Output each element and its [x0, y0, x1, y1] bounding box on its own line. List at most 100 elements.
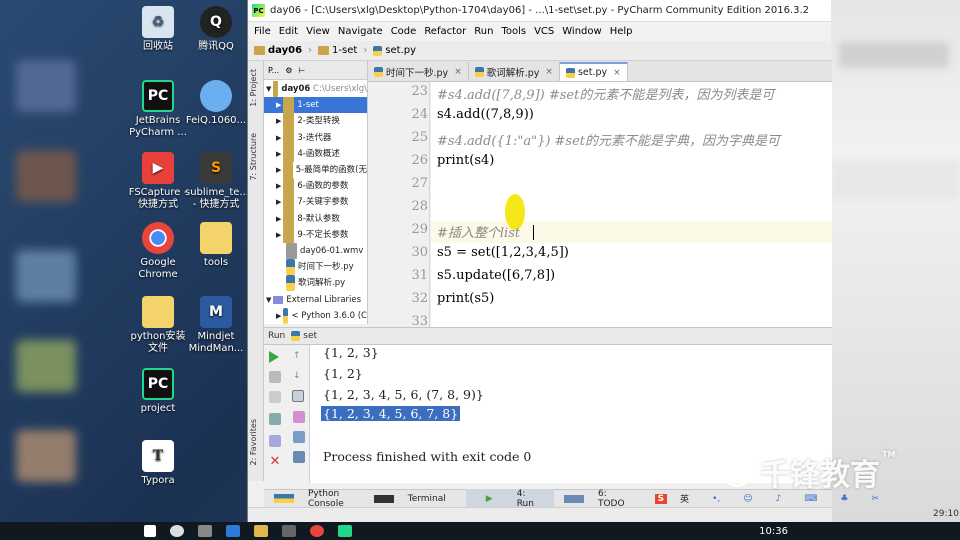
tree-item[interactable]: 歌词解析.py [264, 275, 367, 292]
close-icon[interactable]: ✕ [269, 455, 281, 468]
tree-item[interactable]: ▶ 9-不定长参数 [264, 226, 367, 243]
tree-label: 2-类型转换 [297, 116, 340, 127]
tool-tab-project[interactable]: 1: Project [249, 69, 258, 107]
menu-edit[interactable]: Edit [275, 26, 302, 37]
line-number: 25 [411, 130, 428, 145]
tab-python-console[interactable]: Python Console [264, 489, 364, 509]
tab-lyrics-parse[interactable]: 歌词解析.py × [469, 62, 560, 81]
tree-item[interactable]: 时间下一秒.py [264, 259, 367, 276]
menu-run[interactable]: Run [470, 26, 497, 37]
library-icon [273, 295, 284, 304]
pause-icon[interactable] [269, 391, 281, 403]
gear-icon[interactable]: ⚙ [285, 66, 292, 75]
close-icon[interactable]: × [613, 68, 621, 78]
tab-run[interactable]: ▶ 4: Run [465, 488, 554, 509]
menu-vcs[interactable]: VCS [530, 26, 558, 37]
desktop-icon-mindjet[interactable]: M Mindjet MindMan... [185, 296, 247, 355]
console-exit-message: Process finished with exit code 0 [323, 449, 532, 464]
run-icon: ▶ [485, 493, 493, 504]
feiq-icon [200, 80, 232, 112]
pin-icon[interactable] [269, 435, 281, 447]
edge-icon[interactable] [226, 525, 240, 537]
chevron-right-icon: ▶ [276, 133, 282, 142]
trash-icon[interactable] [293, 451, 305, 463]
menu-file[interactable]: File [250, 26, 275, 37]
tool-tab-favorites[interactable]: 2: Favorites [249, 419, 258, 465]
breadcrumb-set-py[interactable]: set.py [373, 45, 416, 56]
layout-icon[interactable] [269, 413, 281, 425]
desktop-icon-label: python安装文件 [130, 331, 186, 354]
run-config[interactable]: set [291, 331, 317, 341]
stop-icon[interactable] [269, 371, 281, 383]
desktop-icon-fscapture[interactable]: ▶ FSCapture - 快捷方式 [127, 152, 189, 211]
menu-window[interactable]: Window [558, 26, 605, 37]
tree-item[interactable]: ▶ 6-函数的参数 [264, 178, 367, 195]
desktop-icon-recycle-bin[interactable]: ♻ 回收站 [127, 6, 189, 53]
code-editor[interactable]: #s4.add([7,8,9]) #set的元素不能是列表，因为列表是可 s4.… [431, 82, 832, 327]
desktop-icon-sublime[interactable]: S sublime_te... - 快捷方式 [185, 152, 249, 211]
scroll-end-icon[interactable] [293, 411, 305, 423]
python-file-icon [291, 331, 301, 341]
arrow-up-icon[interactable]: ↑ [293, 351, 305, 363]
tree-item[interactable]: ▶ 4-函数概述 [264, 145, 367, 162]
folder-icon [200, 222, 232, 254]
code-line: #s4.add({1:"a"}) #set的元素不能是字典，因为字典是可 [437, 134, 781, 149]
tree-item-python-sdk[interactable]: ▶ < Python 3.6.0 (C [264, 307, 367, 324]
print-icon[interactable] [293, 431, 305, 443]
tree-item[interactable]: ▶ 2-类型转换 [264, 113, 367, 130]
fscapture-icon: ▶ [142, 152, 174, 184]
soft-wrap-icon[interactable] [292, 390, 304, 402]
tree-item[interactable]: ▶ 7-关键字参数 [264, 194, 367, 211]
tab-todo[interactable]: 6: TODO [554, 489, 645, 509]
desktop-icon-chrome[interactable]: Google Chrome [127, 222, 189, 281]
file-explorer-icon[interactable] [254, 525, 268, 537]
rerun-icon[interactable] [269, 351, 279, 363]
breadcrumb-label: day06 [268, 45, 303, 56]
menu-help[interactable]: Help [606, 26, 637, 37]
tree-item-external-libraries[interactable]: ▼ External Libraries [264, 291, 367, 307]
folder-icon [283, 210, 295, 227]
pycharm-window: PC day06 - [C:\Users\xlg\Desktop\Python-… [247, 0, 879, 522]
tree-item[interactable]: day06-01.wmv [264, 242, 367, 260]
desktop-icon-tools[interactable]: tools [185, 222, 247, 269]
windows-start-icon[interactable] [144, 525, 156, 537]
close-icon[interactable]: × [454, 67, 462, 77]
tool-tab-structure[interactable]: 7: Structure [249, 133, 258, 181]
tab-terminal[interactable]: Terminal [364, 494, 466, 504]
desktop-icon-feiq[interactable]: FeiQ.1060... [185, 80, 247, 127]
tab-set-py[interactable]: set.py × [559, 62, 628, 81]
menu-refactor[interactable]: Refactor [420, 26, 470, 37]
task-view-icon[interactable] [198, 525, 212, 537]
tab-time-next-second[interactable]: 时间下一秒.py × [368, 62, 469, 81]
tree-item-1-set[interactable]: ▶ 1-set [264, 97, 367, 114]
chrome-taskbar-icon[interactable] [310, 525, 324, 537]
tab-label: 4: Run [516, 488, 534, 509]
desktop-icon-qq[interactable]: Q 腾讯QQ [185, 6, 247, 53]
tree-item[interactable]: ▶ 3-迭代器 [264, 129, 367, 146]
breadcrumb-1-set[interactable]: 1-set [318, 45, 357, 56]
project-panel-header: P... ⚙ ⊢ [264, 61, 367, 80]
desktop-icon-python-installer[interactable]: python安装文件 [127, 296, 189, 355]
search-icon[interactable] [170, 525, 184, 537]
desktop-icon-typora[interactable]: T Typora [127, 440, 189, 487]
desktop-icon-label: project [140, 403, 176, 414]
menu-code[interactable]: Code [387, 26, 421, 37]
desktop-icon-pycharm[interactable]: PC JetBrains PyCharm ... [127, 80, 189, 139]
desktop-icon-project[interactable]: PC project [127, 368, 189, 415]
arrow-down-icon[interactable]: ↓ [293, 371, 305, 383]
collapse-icon[interactable]: ⊢ [298, 66, 305, 75]
store-icon[interactable] [282, 525, 296, 537]
menu-view[interactable]: View [302, 26, 334, 37]
close-icon[interactable]: × [545, 67, 553, 77]
menu-navigate[interactable]: Navigate [334, 26, 387, 37]
breadcrumb-day06[interactable]: day06 [254, 45, 302, 56]
line-number: 30 [411, 245, 428, 260]
tree-item[interactable]: ▶ 5-最简单的函数(无 [264, 161, 367, 179]
tree-root[interactable]: ▼ day06 C:\Users\xlg\ [264, 81, 367, 98]
project-view-dropdown[interactable]: P... [268, 66, 279, 75]
pycharm-taskbar-icon[interactable] [338, 525, 352, 537]
menu-tools[interactable]: Tools [497, 26, 530, 37]
line-number: 32 [411, 291, 428, 306]
watermark-logo-icon [722, 457, 752, 487]
tree-item[interactable]: ▶ 8-默认参数 [264, 210, 367, 227]
